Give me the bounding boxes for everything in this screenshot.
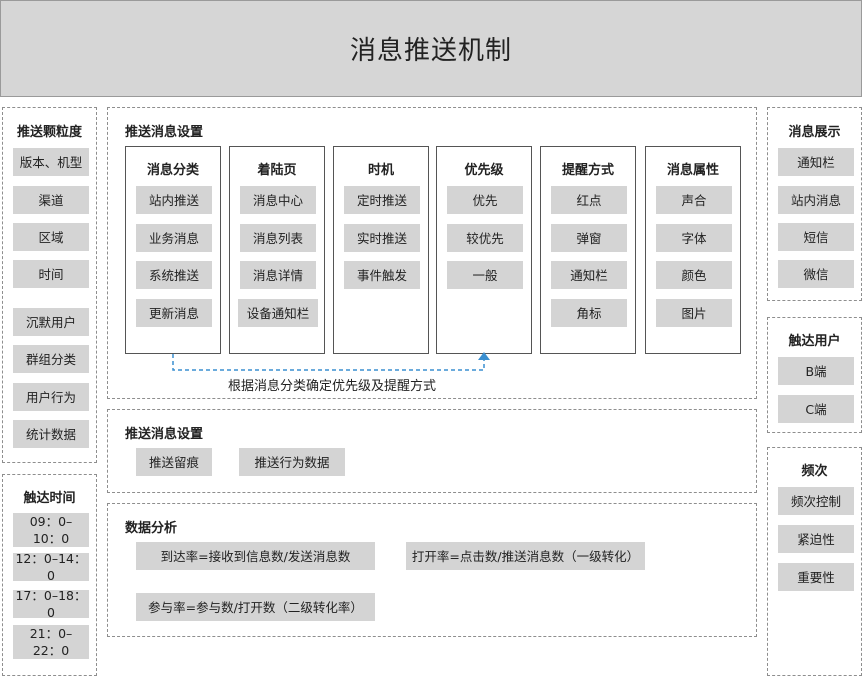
push-settings-secondary-title: 推送消息设置 <box>125 427 204 442</box>
frequency-panel: 频次 频次控制 紧迫性 重要性 <box>767 447 862 676</box>
frequency-item: 频次控制 <box>778 487 854 515</box>
page-title: 消息推送机制 <box>0 0 862 97</box>
frequency-item: 紧迫性 <box>778 525 854 553</box>
granularity-item: 用户行为 <box>13 383 89 411</box>
reach-users-panel: 触达用户 B端 C端 <box>767 317 862 433</box>
message-display-panel: 消息展示 通知栏 站内消息 短信 微信 <box>767 107 862 301</box>
granularity-item: 区域 <box>13 223 89 251</box>
push-behavior-data-item: 推送行为数据 <box>239 448 345 476</box>
participation-rate-formula: 参与率=参与数/打开数（二级转化率） <box>136 593 375 621</box>
reach-time-title: 触达时间 <box>23 491 76 506</box>
display-item: 站内消息 <box>778 186 854 214</box>
display-item: 通知栏 <box>778 148 854 176</box>
granularity-item: 沉默用户 <box>13 308 89 336</box>
data-analysis-panel: 数据分析 到达率=接收到信息数/发送消息数 打开率=点击数/推送消息数（一级转化… <box>107 503 757 637</box>
arrival-rate-formula: 到达率=接收到信息数/发送消息数 <box>136 542 375 570</box>
push-settings-panel: 推送消息设置 消息分类 站内推送 业务消息 系统推送 更新消息 着陆页 消息中心… <box>107 107 757 399</box>
reach-user-item: B端 <box>778 357 854 385</box>
arrowhead-icon <box>478 352 490 360</box>
connector-note: 根据消息分类确定优先级及提醒方式 <box>228 379 437 394</box>
reach-time-item: 17：0–18：0 <box>13 588 89 620</box>
connector-arrow <box>172 352 490 371</box>
reach-time-item: 12：0–14：0 <box>13 551 89 583</box>
frequency-title: 频次 <box>801 464 828 479</box>
frequency-item: 重要性 <box>778 563 854 591</box>
display-item: 微信 <box>778 260 854 288</box>
granularity-panel: 推送颗粒度 版本、机型 渠道 区域 时间 沉默用户 群组分类 用户行为 统计数据 <box>2 107 97 463</box>
granularity-item: 版本、机型 <box>13 148 89 176</box>
granularity-item: 统计数据 <box>13 420 89 448</box>
granularity-item: 渠道 <box>13 186 89 214</box>
display-item: 短信 <box>778 223 854 251</box>
push-settings-secondary-panel: 推送消息设置 推送留痕 推送行为数据 <box>107 409 757 493</box>
reach-time-item: 21：0–22：0 <box>13 625 89 659</box>
granularity-item: 群组分类 <box>13 345 89 373</box>
reach-user-item: C端 <box>778 395 854 423</box>
connector-path <box>172 354 485 371</box>
reach-time-panel: 触达时间 09：0–10：0 12：0–14：0 17：0–18：0 21：0–… <box>2 474 97 676</box>
open-rate-formula: 打开率=点击数/推送消息数（一级转化） <box>406 542 645 570</box>
push-trace-item: 推送留痕 <box>136 448 212 476</box>
data-analysis-title: 数据分析 <box>125 521 178 536</box>
reach-users-title: 触达用户 <box>788 334 841 349</box>
granularity-item: 时间 <box>13 260 89 288</box>
reach-time-item: 09：0–10：0 <box>13 513 89 547</box>
message-display-title: 消息展示 <box>788 125 841 140</box>
granularity-title: 推送颗粒度 <box>16 125 82 140</box>
